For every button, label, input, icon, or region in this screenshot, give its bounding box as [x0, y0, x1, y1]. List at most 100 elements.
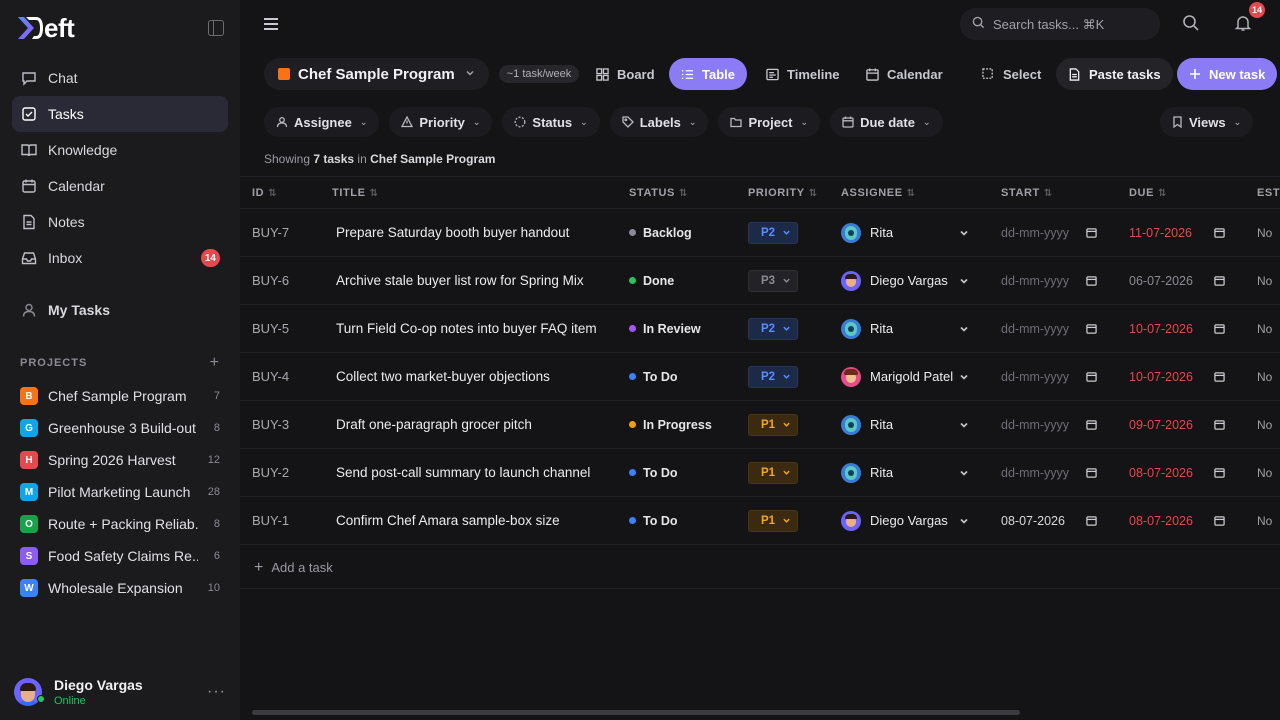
project-item[interactable]: O Route + Packing Reliab... 8 [0, 508, 240, 540]
task-status-cell[interactable]: Backlog [617, 208, 736, 257]
horizontal-scrollbar[interactable] [240, 710, 1280, 718]
col-estimate[interactable]: ESTI [1245, 176, 1280, 209]
task-assignee-cell[interactable]: Marigold Patel [829, 352, 989, 401]
table-row[interactable]: BUY-2 Send post-call summary to launch ch… [240, 448, 1280, 497]
assignee-select[interactable]: Rita [841, 222, 977, 243]
start-date-input[interactable]: dd-mm-yyyy [1001, 226, 1105, 240]
task-priority-cell[interactable]: P3 [736, 256, 829, 305]
program-selector[interactable]: Chef Sample Program [264, 58, 489, 90]
nav-tasks[interactable]: Tasks [12, 96, 228, 132]
assignee-select[interactable]: Rita [841, 318, 977, 339]
calendar-icon[interactable] [1086, 419, 1097, 430]
col-title[interactable]: TITLE ⇅ [320, 176, 617, 209]
task-status-cell[interactable]: In Progress [617, 400, 736, 449]
calendar-icon[interactable] [1214, 515, 1225, 526]
filter-status[interactable]: Status ⌄ [502, 107, 600, 137]
task-estimate[interactable]: No [1245, 208, 1280, 257]
priority-select[interactable]: P3 [748, 269, 798, 292]
nav-my-tasks[interactable]: My Tasks [12, 292, 228, 328]
task-start-cell[interactable]: dd-mm-yyyy [989, 208, 1117, 257]
table-row[interactable]: BUY-4 Collect two market-buyer objections… [240, 352, 1280, 401]
task-assignee-cell[interactable]: Rita [829, 400, 989, 449]
task-assignee-cell[interactable]: Rita [829, 304, 989, 353]
calendar-icon[interactable] [1214, 227, 1225, 238]
view-timeline-button[interactable]: Timeline [754, 58, 852, 90]
task-estimate[interactable]: No [1245, 352, 1280, 401]
global-search-icon[interactable] [1182, 14, 1202, 34]
priority-select[interactable]: P1 [748, 509, 798, 532]
task-title[interactable]: Archive stale buyer list row for Spring … [320, 256, 617, 305]
calendar-icon[interactable] [1086, 275, 1097, 286]
table-row[interactable]: BUY-3 Draft one-paragraph grocer pitch In … [240, 400, 1280, 449]
nav-calendar[interactable]: Calendar [12, 168, 228, 204]
priority-select[interactable]: P2 [748, 221, 798, 244]
due-date-input[interactable]: 08-07-2026 [1129, 466, 1233, 480]
select-button[interactable]: Select [970, 58, 1053, 90]
task-start-cell[interactable]: dd-mm-yyyy [989, 256, 1117, 305]
task-estimate[interactable]: No [1245, 256, 1280, 305]
col-assignee[interactable]: ASSIGNEE ⇅ [829, 176, 989, 209]
project-item[interactable]: S Food Safety Claims Re... 6 [0, 540, 240, 572]
scrollbar-thumb[interactable] [252, 710, 1020, 715]
assignee-select[interactable]: Rita [841, 414, 977, 435]
task-title[interactable]: Turn Field Co-op notes into buyer FAQ it… [320, 304, 617, 353]
task-due-cell[interactable]: 06-07-2026 [1117, 256, 1245, 305]
task-priority-cell[interactable]: P1 [736, 448, 829, 497]
col-id[interactable]: ID ⇅ [240, 176, 320, 209]
col-priority[interactable]: PRIORITY ⇅ [736, 176, 829, 209]
project-item[interactable]: M Pilot Marketing Launch 28 [0, 476, 240, 508]
task-title[interactable]: Draft one-paragraph grocer pitch [320, 400, 617, 449]
task-title[interactable]: Prepare Saturday booth buyer handout [320, 208, 617, 257]
due-date-input[interactable]: 10-07-2026 [1129, 322, 1233, 336]
task-assignee-cell[interactable]: Rita [829, 448, 989, 497]
nav-inbox[interactable]: Inbox 14 [12, 240, 228, 276]
collapse-sidebar-icon[interactable] [208, 20, 224, 36]
filter-project[interactable]: Project ⌄ [718, 107, 821, 137]
nav-chat[interactable]: Chat [12, 60, 228, 96]
nav-knowledge[interactable]: Knowledge [12, 132, 228, 168]
task-due-cell[interactable]: 09-07-2026 [1117, 400, 1245, 449]
filter-priority[interactable]: Priority ⌄ [389, 107, 493, 137]
task-due-cell[interactable]: 10-07-2026 [1117, 352, 1245, 401]
task-priority-cell[interactable]: P2 [736, 304, 829, 353]
due-date-input[interactable]: 09-07-2026 [1129, 418, 1233, 432]
filter-due-date[interactable]: Due date ⌄ [830, 107, 943, 137]
paste-tasks-button[interactable]: Paste tasks [1056, 58, 1173, 90]
task-due-cell[interactable]: 10-07-2026 [1117, 304, 1245, 353]
col-status[interactable]: STATUS ⇅ [617, 176, 736, 209]
calendar-icon[interactable] [1214, 419, 1225, 430]
task-start-cell[interactable]: 08-07-2026 [989, 496, 1117, 545]
task-assignee-cell[interactable]: Rita [829, 208, 989, 257]
search-box[interactable] [960, 8, 1160, 40]
project-item[interactable]: H Spring 2026 Harvest 12 [0, 444, 240, 476]
assignee-select[interactable]: Diego Vargas [841, 510, 977, 531]
user-profile[interactable]: Diego Vargas Online ··· [0, 664, 240, 720]
task-status-cell[interactable]: To Do [617, 496, 736, 545]
task-status-cell[interactable]: To Do [617, 448, 736, 497]
start-date-input[interactable]: dd-mm-yyyy [1001, 370, 1105, 384]
start-date-input[interactable]: dd-mm-yyyy [1001, 466, 1105, 480]
assignee-select[interactable]: Diego Vargas [841, 270, 977, 291]
view-table-button[interactable]: Table [669, 58, 747, 90]
due-date-input[interactable]: 10-07-2026 [1129, 370, 1233, 384]
assignee-select[interactable]: Marigold Patel [841, 366, 977, 387]
task-priority-cell[interactable]: P1 [736, 400, 829, 449]
start-date-input[interactable]: dd-mm-yyyy [1001, 274, 1105, 288]
due-date-input[interactable]: 06-07-2026 [1129, 274, 1233, 288]
app-logo[interactable]: eft [16, 13, 75, 44]
task-start-cell[interactable]: dd-mm-yyyy [989, 304, 1117, 353]
project-item[interactable]: G Greenhouse 3 Build-out 8 [0, 412, 240, 444]
task-priority-cell[interactable]: P1 [736, 496, 829, 545]
calendar-icon[interactable] [1086, 323, 1097, 334]
priority-select[interactable]: P2 [748, 365, 798, 388]
new-task-button[interactable]: New task [1177, 58, 1278, 90]
task-due-cell[interactable]: 11-07-2026 [1117, 208, 1245, 257]
view-calendar-button[interactable]: Calendar [854, 58, 955, 90]
start-date-input[interactable]: dd-mm-yyyy [1001, 322, 1105, 336]
task-status-cell[interactable]: Done [617, 256, 736, 305]
task-estimate[interactable]: No [1245, 400, 1280, 449]
nav-notes[interactable]: Notes [12, 204, 228, 240]
search-input[interactable] [993, 16, 1133, 32]
priority-select[interactable]: P1 [748, 461, 798, 484]
start-date-input[interactable]: dd-mm-yyyy [1001, 418, 1105, 432]
